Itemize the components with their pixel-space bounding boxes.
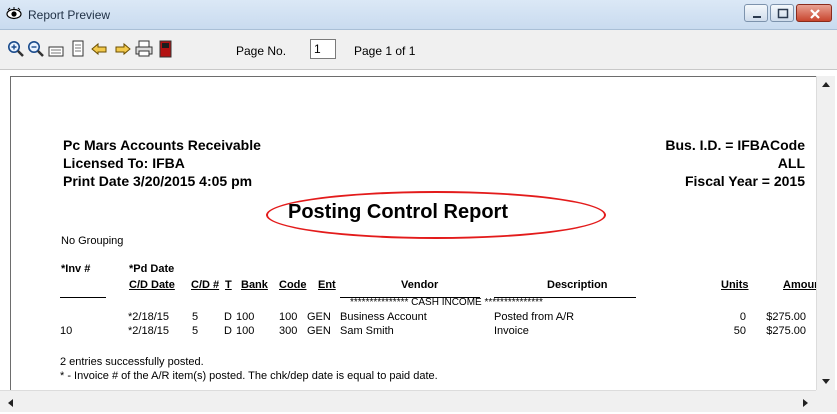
row2-t: D [224, 325, 232, 337]
row2-date: *2/18/15 [128, 325, 169, 337]
row2-amount: $275.00 [766, 325, 806, 337]
title-bar: Report Preview [0, 0, 837, 30]
row2-cd: 5 [192, 325, 199, 337]
door-icon [159, 40, 172, 58]
scroll-up-icon[interactable] [821, 80, 831, 88]
printer-icon [135, 40, 153, 57]
scope: ALL [777, 155, 805, 171]
row1-ent: GEN [307, 311, 331, 323]
zoom-out-icon [28, 41, 44, 57]
row1-description: Posted from A/R [494, 311, 575, 323]
row2-description: Invoice [494, 325, 529, 337]
scroll-down-icon[interactable] [821, 378, 831, 386]
row1-bank: 100 [236, 311, 255, 323]
page-no-label: Page No. [236, 44, 287, 58]
next-page-button[interactable] [112, 38, 132, 60]
fiscal-year: Fiscal Year = 2015 [684, 173, 805, 189]
inv-underline [60, 297, 106, 298]
licensed-to: Licensed To: IFBA [63, 155, 185, 171]
close-icon [810, 9, 820, 19]
col-cd-no: C/D # [191, 279, 220, 291]
minimize-button[interactable] [744, 4, 768, 22]
page-width-icon [48, 46, 64, 57]
col-vendor: Vendor [401, 279, 439, 291]
section-cash-income: *************** CASH INCOME ************… [350, 297, 543, 308]
horizontal-scrollbar[interactable] [0, 390, 816, 412]
row1-units: 0 [739, 311, 746, 323]
previous-page-button[interactable] [90, 38, 110, 60]
scroll-right-icon[interactable] [802, 398, 810, 408]
business-id: Bus. I.D. = IFBACode [665, 137, 805, 153]
row2-inv: 10 [60, 325, 73, 337]
col-inv: *Inv # [61, 263, 91, 275]
page-width-button[interactable] [46, 38, 66, 60]
zoom-out-button[interactable] [26, 38, 46, 60]
toolbar: Page No. Page 1 of 1 [0, 30, 837, 70]
row2-vendor: Sam Smith [340, 325, 394, 337]
close-report-button[interactable] [156, 38, 176, 60]
row1-vendor: Business Account [340, 311, 427, 323]
whole-page-icon [72, 40, 84, 57]
report-title: Posting Control Report [288, 201, 508, 223]
row2-ent: GEN [307, 325, 331, 337]
row2-code: 300 [279, 325, 298, 337]
scroll-left-icon[interactable] [6, 398, 14, 408]
grouping-label: No Grouping [61, 235, 124, 247]
col-bank: Bank [241, 279, 268, 291]
col-ent: Ent [318, 279, 336, 291]
zoom-in-button[interactable] [6, 38, 26, 60]
print-date: Print Date 3/20/2015 4:05 pm [63, 173, 253, 189]
maximize-button[interactable] [770, 4, 794, 22]
whole-page-button[interactable] [68, 38, 88, 60]
col-units: Units [721, 279, 749, 291]
hand-left-icon [91, 42, 107, 56]
zoom-in-icon [8, 41, 24, 57]
company-name: Pc Mars Accounts Receivable [63, 137, 261, 153]
col-amount: Amount [783, 279, 816, 291]
row2-units: 50 [733, 325, 746, 337]
hand-right-icon [115, 42, 131, 56]
window-title: Report Preview [28, 8, 111, 22]
col-t: T [225, 279, 232, 291]
page-count-label: Page 1 of 1 [354, 44, 416, 58]
print-button[interactable] [134, 38, 154, 60]
minimize-icon [753, 16, 761, 18]
col-pd-date: *Pd Date [129, 263, 175, 275]
scrollbar-corner [816, 390, 837, 412]
row1-date: *2/18/15 [128, 311, 169, 323]
row1-amount: $275.00 [766, 311, 806, 323]
eye-icon [6, 7, 22, 20]
row1-code: 100 [279, 311, 298, 323]
footer-note: * - Invoice # of the A/R item(s) posted.… [60, 370, 438, 382]
row1-cd: 5 [192, 311, 199, 323]
footer-entries-posted: 2 entries successfully posted. [60, 356, 204, 368]
close-button[interactable] [796, 4, 832, 22]
row1-t: D [224, 311, 232, 323]
col-cd-date: C/D Date [129, 279, 175, 291]
col-description: Description [547, 279, 608, 291]
vertical-scrollbar[interactable] [816, 76, 835, 390]
maximize-icon [777, 8, 789, 19]
page-number-input[interactable] [310, 39, 336, 59]
col-code: Code [279, 279, 307, 291]
row2-bank: 100 [236, 325, 255, 337]
